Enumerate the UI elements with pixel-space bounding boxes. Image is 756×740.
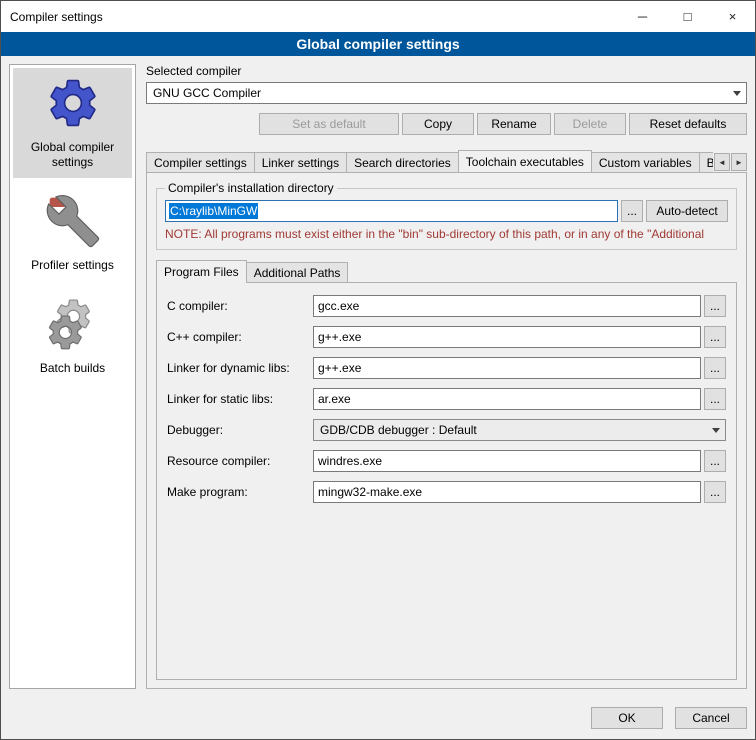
debugger-select[interactable]: GDB/CDB debugger : Default [313,419,726,441]
sidebar-item-batch-builds[interactable]: Batch builds [13,289,132,384]
tab-compiler-settings[interactable]: Compiler settings [146,152,255,172]
field-row-cpp-compiler: C++ compiler: ... [167,326,726,348]
compiler-actions: Set as default Copy Rename Delete Reset … [146,113,747,135]
close-icon[interactable]: × [710,1,755,32]
tab-linker-settings[interactable]: Linker settings [254,152,347,172]
dynamic-linker-browse-button[interactable]: ... [704,357,726,379]
installation-note: NOTE: All programs must exist either in … [165,227,728,241]
static-linker-browse-button[interactable]: ... [704,388,726,410]
make-program-input[interactable] [313,481,701,503]
debugger-label: Debugger: [167,423,313,437]
minimize-icon[interactable]: ─ [620,1,665,32]
compiler-select-value: GNU GCC Compiler [153,86,261,100]
tab-scroll-left-icon[interactable]: ◄ [714,153,730,171]
chevron-down-icon [728,83,746,103]
cpp-compiler-browse-button[interactable]: ... [704,326,726,348]
set-as-default-button[interactable]: Set as default [259,113,399,135]
gear-gray-icon [45,296,101,352]
cancel-button[interactable]: Cancel [675,707,747,729]
c-compiler-label: C compiler: [167,299,313,313]
installation-directory-group-title: Compiler's installation directory [165,181,337,195]
static-linker-label: Linker for static libs: [167,392,313,406]
dynamic-linker-input[interactable] [313,357,701,379]
ok-button[interactable]: OK [591,707,663,729]
field-row-c-compiler: C compiler: ... [167,295,726,317]
sidebar-item-label: Profiler settings [31,258,114,273]
cpp-compiler-input[interactable] [313,326,701,348]
field-row-dynamic-linker: Linker for dynamic libs: ... [167,357,726,379]
tab-scroll-right-icon[interactable]: ► [731,153,747,171]
static-linker-input[interactable] [313,388,701,410]
sidebar-item-label: Global compiler settings [15,140,130,170]
tab-toolchain-executables[interactable]: Toolchain executables [458,150,592,172]
delete-button[interactable]: Delete [554,113,626,135]
main-panel: Selected compiler GNU GCC Compiler Set a… [146,64,747,689]
tab-additional-paths[interactable]: Additional Paths [246,262,349,282]
installation-directory-row: C:\raylib\MinGW ... Auto-detect [165,200,728,222]
settings-tabstrip: Compiler settings Linker settings Search… [146,149,747,172]
field-row-make-program: Make program: ... [167,481,726,503]
titlebar: Compiler settings ─ □ × [1,1,755,32]
chevron-down-icon [707,420,725,440]
resource-compiler-browse-button[interactable]: ... [704,450,726,472]
reset-defaults-button[interactable]: Reset defaults [629,113,747,135]
c-compiler-input[interactable] [313,295,701,317]
sidebar-item-profiler-settings[interactable]: Profiler settings [13,186,132,281]
tab-custom-variables[interactable]: Custom variables [591,152,700,172]
resource-compiler-label: Resource compiler: [167,454,313,468]
tab-build-options[interactable]: Build [699,152,713,172]
program-files-tabstrip: Program Files Additional Paths [156,259,737,282]
make-program-label: Make program: [167,485,313,499]
make-program-browse-button[interactable]: ... [704,481,726,503]
tab-scroll-buttons: ◄ ► [714,153,747,171]
selected-compiler-label: Selected compiler [146,64,747,78]
copy-button[interactable]: Copy [402,113,474,135]
window-controls: ─ □ × [620,1,755,32]
dialog-footer: OK Cancel [1,697,755,739]
installation-directory-input[interactable]: C:\raylib\MinGW [165,200,618,222]
field-row-debugger: Debugger: GDB/CDB debugger : Default [167,419,726,441]
dialog-body: Global compiler settings Profiler settin… [1,56,755,697]
compiler-settings-dialog: Compiler settings ─ □ × Global compiler … [0,0,756,740]
tabs-scroll-area: Compiler settings Linker settings Search… [146,150,713,172]
tab-search-directories[interactable]: Search directories [346,152,459,172]
profiler-tool-icon [45,193,101,249]
tab-program-files[interactable]: Program Files [156,260,247,283]
page-title: Global compiler settings [1,32,755,56]
compiler-select[interactable]: GNU GCC Compiler [146,82,747,104]
maximize-icon[interactable]: □ [665,1,710,32]
field-row-static-linker: Linker for static libs: ... [167,388,726,410]
cpp-compiler-label: C++ compiler: [167,330,313,344]
program-files-page: C compiler: ... C++ compiler: ... [156,282,737,680]
c-compiler-browse-button[interactable]: ... [704,295,726,317]
installation-directory-group: Compiler's installation directory C:\ray… [156,181,737,250]
field-row-resource-compiler: Resource compiler: ... [167,450,726,472]
rename-button[interactable]: Rename [477,113,551,135]
sidebar-item-global-compiler-settings[interactable]: Global compiler settings [13,68,132,178]
debugger-select-value: GDB/CDB debugger : Default [320,423,477,437]
settings-sidebar: Global compiler settings Profiler settin… [9,64,136,689]
dynamic-linker-label: Linker for dynamic libs: [167,361,313,375]
resource-compiler-input[interactable] [313,450,701,472]
toolchain-executables-page: Compiler's installation directory C:\ray… [146,172,747,689]
gear-blue-icon [45,75,101,131]
installation-directory-value: C:\raylib\MinGW [169,203,258,219]
browse-directory-button[interactable]: ... [621,200,643,222]
window-title: Compiler settings [10,10,103,24]
sidebar-item-label: Batch builds [40,361,105,376]
auto-detect-button[interactable]: Auto-detect [646,200,728,222]
